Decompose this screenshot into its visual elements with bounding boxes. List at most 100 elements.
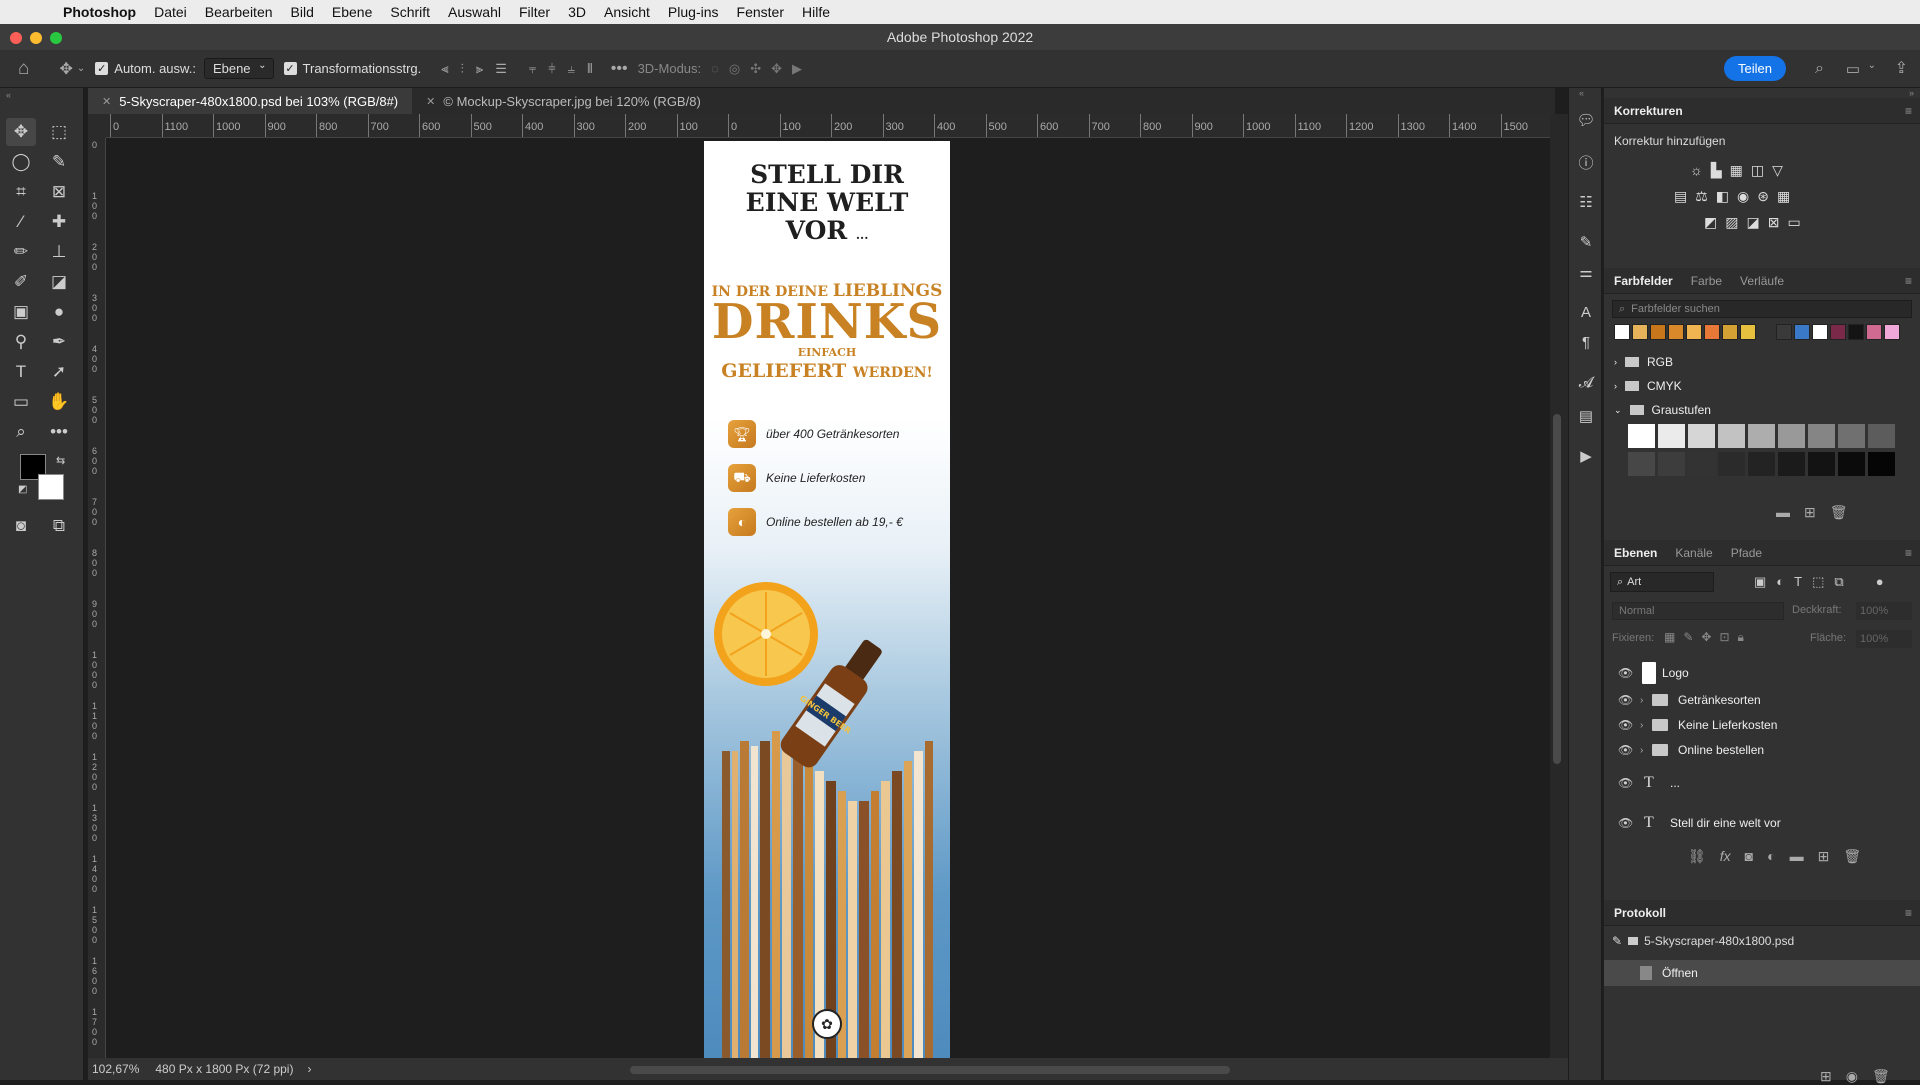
- gradient-map-icon[interactable]: ▭: [1787, 214, 1800, 231]
- comments-icon[interactable]: 💬︎: [1576, 110, 1596, 130]
- swap-colors-icon[interactable]: ⇆: [56, 454, 65, 467]
- libraries-icon[interactable]: ▤: [1576, 406, 1596, 426]
- home-icon[interactable]: ⌂: [18, 58, 29, 80]
- gray-swatch[interactable]: [1658, 452, 1685, 476]
- history-brush-tool-icon[interactable]: ✐: [6, 268, 36, 296]
- color-swatch[interactable]: [1668, 324, 1684, 340]
- chevron-down-icon[interactable]: ⌄: [77, 63, 85, 74]
- eraser-tool-icon[interactable]: ◪: [44, 268, 74, 296]
- gray-swatch[interactable]: [1718, 424, 1745, 448]
- color-swatch[interactable]: [1632, 324, 1648, 340]
- color-swatch[interactable]: [1740, 324, 1756, 340]
- vibrance-icon[interactable]: ▽: [1772, 162, 1783, 179]
- camera-icon[interactable]: ◉: [1846, 1068, 1858, 1085]
- eyedropper-tool-icon[interactable]: ⁄: [6, 208, 36, 236]
- gray-swatch[interactable]: [1688, 452, 1715, 476]
- distribute-icon[interactable]: ☰: [495, 61, 507, 77]
- workspace-icon[interactable]: ▭: [1846, 60, 1860, 78]
- adjustment-layer-icon[interactable]: ◐: [1767, 848, 1775, 865]
- menu-photoshop[interactable]: Photoshop: [54, 4, 145, 20]
- curves-icon[interactable]: ▦: [1730, 162, 1743, 179]
- align-bottom-icon[interactable]: ⫨: [568, 61, 575, 77]
- gray-swatch[interactable]: [1808, 452, 1835, 476]
- tab-verlaeufe[interactable]: Verläufe: [1740, 274, 1784, 288]
- menu-plugins[interactable]: Plug-ins: [659, 4, 728, 20]
- horizontal-scrollbar[interactable]: [630, 1066, 1230, 1074]
- status-arrow[interactable]: ›: [307, 1062, 311, 1076]
- selective-color-icon[interactable]: ⊠: [1768, 214, 1780, 231]
- minimize-window-button[interactable]: [30, 32, 42, 44]
- gray-swatch[interactable]: [1748, 424, 1775, 448]
- camera-3d-icon[interactable]: ▶: [792, 61, 802, 77]
- threshold-icon[interactable]: ◪: [1746, 214, 1759, 231]
- lasso-tool-icon[interactable]: ◯: [6, 148, 36, 176]
- gray-swatch[interactable]: [1868, 424, 1895, 448]
- close-window-button[interactable]: [10, 32, 22, 44]
- panel-title[interactable]: Korrekturen: [1614, 104, 1683, 118]
- blur-tool-icon[interactable]: ●: [44, 298, 74, 326]
- paragraph-icon[interactable]: ¶: [1576, 332, 1596, 352]
- menu-bearbeiten[interactable]: Bearbeiten: [196, 4, 282, 20]
- menu-fenster[interactable]: Fenster: [728, 4, 793, 20]
- color-lookup-icon[interactable]: ▦: [1777, 188, 1790, 205]
- shape-filter-icon[interactable]: ⬚: [1812, 574, 1824, 590]
- layer-row[interactable]: 👁︎ › Keine Lieferkosten: [1604, 712, 1920, 738]
- search-icon[interactable]: ⌕: [1815, 60, 1824, 78]
- brightness-icon[interactable]: ☼: [1690, 162, 1703, 179]
- blend-mode-dropdown[interactable]: Normal: [1612, 602, 1784, 620]
- hand-tool-icon[interactable]: ✋: [44, 388, 74, 416]
- layer-row[interactable]: 👁︎ Logo: [1604, 660, 1920, 686]
- slide-3d-icon[interactable]: ✥: [771, 61, 782, 77]
- fill-field[interactable]: 100%: [1856, 630, 1912, 648]
- type-tool-icon[interactable]: T: [6, 358, 36, 386]
- share-button[interactable]: Teilen: [1724, 56, 1786, 81]
- exposure-icon[interactable]: ◫: [1751, 162, 1764, 179]
- adjustment-filter-icon[interactable]: ◐: [1776, 574, 1784, 590]
- vertical-scrollbar[interactable]: [1550, 114, 1568, 1058]
- menu-ebene[interactable]: Ebene: [323, 4, 381, 20]
- panel-menu-icon[interactable]: ≡: [1905, 274, 1912, 288]
- menu-datei[interactable]: Datei: [145, 4, 196, 20]
- eye-icon[interactable]: 👁︎: [1618, 776, 1633, 790]
- more-options-icon[interactable]: •••: [611, 60, 628, 78]
- mask-icon[interactable]: ◙: [1745, 848, 1753, 865]
- tab-kanaele[interactable]: Kanäle: [1675, 546, 1712, 560]
- color-swatch[interactable]: [1794, 324, 1810, 340]
- pixel-filter-icon[interactable]: ▣: [1754, 574, 1766, 590]
- folder-graustufen[interactable]: ⌄ Graustufen: [1604, 398, 1920, 422]
- close-tab-icon[interactable]: ✕: [102, 95, 111, 108]
- gradient-tool-icon[interactable]: ▣: [6, 298, 36, 326]
- eye-icon[interactable]: 👁︎: [1618, 666, 1633, 680]
- default-colors-icon[interactable]: ◩: [18, 484, 27, 495]
- actions-play-icon[interactable]: ▶: [1576, 446, 1596, 466]
- gray-swatch[interactable]: [1838, 452, 1865, 476]
- black-white-icon[interactable]: ◧: [1716, 188, 1729, 205]
- new-group-icon[interactable]: ▬: [1790, 848, 1804, 865]
- gray-swatch[interactable]: [1658, 424, 1685, 448]
- tab-farbe[interactable]: Farbe: [1691, 274, 1722, 288]
- lock-position-icon[interactable]: ✥: [1701, 630, 1711, 645]
- trash-icon[interactable]: 🗑︎: [1872, 1068, 1890, 1085]
- color-swatch[interactable]: [1650, 324, 1666, 340]
- new-group-icon[interactable]: ▬: [1776, 504, 1790, 521]
- dodge-tool-icon[interactable]: ⚲: [6, 328, 36, 356]
- layer-row[interactable]: 👁︎ T ...: [1604, 770, 1920, 796]
- type-filter-icon[interactable]: T: [1794, 574, 1802, 590]
- color-swatch[interactable]: [1848, 324, 1864, 340]
- character-icon[interactable]: A: [1576, 302, 1596, 322]
- move-tool-icon[interactable]: ✥: [6, 118, 36, 146]
- lock-artboard-icon[interactable]: ⊡: [1719, 630, 1729, 645]
- align-middle-icon[interactable]: ⫩: [548, 61, 555, 77]
- layer-filter-dropdown[interactable]: ⌕ Art: [1610, 572, 1714, 592]
- color-swatch[interactable]: [1614, 324, 1630, 340]
- menu-bild[interactable]: Bild: [282, 4, 323, 20]
- pen-tool-icon[interactable]: ✒: [44, 328, 74, 356]
- color-swatch[interactable]: [1884, 324, 1900, 340]
- trash-icon[interactable]: 🗑︎: [1843, 848, 1861, 865]
- zoom-tool-icon[interactable]: ⌕: [6, 418, 36, 446]
- align-center-icon[interactable]: ⫶: [461, 61, 464, 77]
- gray-swatch[interactable]: [1628, 424, 1655, 448]
- panel-menu-icon[interactable]: ≡: [1905, 546, 1912, 560]
- link-layers-icon[interactable]: ⛓︎: [1688, 848, 1706, 865]
- gray-swatch[interactable]: [1778, 424, 1805, 448]
